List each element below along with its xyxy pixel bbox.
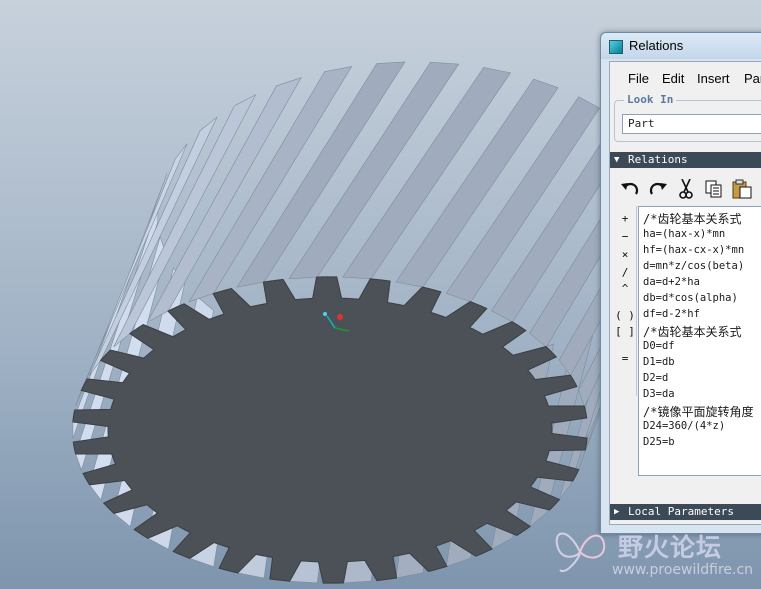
watermark-url: www.proewildfire.cn (612, 562, 754, 578)
local-parameters-label: Local Parameters (628, 505, 734, 518)
operator-multiply-button[interactable]: × (614, 248, 636, 261)
relations-dialog: Relations File Edit Insert Par Look In P… (600, 32, 761, 534)
copy-icon[interactable] (702, 177, 726, 201)
dialog-titlebar[interactable]: Relations (601, 33, 761, 59)
look-in-label: Look In (624, 93, 677, 106)
relation-line: ha=(hax-x)*mn (643, 228, 726, 240)
operator-parentheses-button[interactable]: ( ) (614, 309, 636, 322)
relation-line: D1=db (643, 356, 675, 368)
local-parameters-section-header[interactable]: ▶ Local Parameters (610, 504, 761, 520)
operator-plus-button[interactable]: + (614, 212, 636, 225)
relation-line: d=mn*z/cos(beta) (643, 260, 745, 272)
menu-edit[interactable]: Edit (662, 71, 684, 86)
relation-line: hf=(hax-cx-x)*mn (643, 244, 745, 256)
look-in-select[interactable]: Part (622, 114, 761, 134)
relation-line: D25=b (643, 436, 675, 448)
operator-divide-button[interactable]: / (614, 266, 636, 279)
relations-editor[interactable]: /*齿轮基本关系式 ha=(hax-x)*mn hf=(hax-cx-x)*mn… (638, 206, 761, 476)
undo-icon[interactable] (618, 177, 642, 201)
relation-line: db=d*cos(alpha) (643, 292, 738, 304)
paste-icon[interactable] (730, 177, 754, 201)
relation-line: D0=df (643, 340, 675, 352)
relation-line: D3=da (643, 388, 675, 400)
menu-bar: File Edit Insert Par (610, 68, 761, 90)
relation-line: /*齿轮基本关系式 (643, 325, 742, 339)
menu-insert[interactable]: Insert (697, 71, 730, 86)
collapse-triangle-icon: ▼ (614, 155, 620, 165)
relation-line: /*镜像平面旋转角度 (643, 405, 754, 419)
operator-column: + − × / ^ ( ) [ ] = (614, 206, 637, 396)
operator-equals-button[interactable]: = (614, 352, 636, 365)
operator-power-button[interactable]: ^ (614, 282, 636, 295)
relations-toolbar (610, 174, 761, 204)
expand-triangle-icon: ▶ (614, 507, 620, 517)
forum-watermark: 野火论坛 www.proewildfire.cn (548, 520, 761, 582)
relation-line: df=d-2*hf (643, 308, 700, 320)
redo-icon[interactable] (646, 177, 670, 201)
app-icon (609, 40, 623, 54)
relation-line: D24=360/(4*z) (643, 420, 726, 432)
relations-section-label: Relations (628, 153, 688, 166)
relation-line: /*齿轮基本关系式 (643, 212, 742, 226)
menu-file[interactable]: File (628, 71, 649, 86)
relation-line: D2=d (643, 372, 669, 384)
relations-section-header[interactable]: ▼ Relations (610, 152, 761, 168)
operator-minus-button[interactable]: − (614, 230, 636, 243)
watermark-brand: 野火论坛 (618, 533, 723, 562)
dialog-client: File Edit Insert Par Look In Part ▼ Rela… (609, 61, 761, 525)
cut-icon[interactable] (674, 177, 698, 201)
operator-brackets-button[interactable]: [ ] (614, 325, 636, 338)
menu-parameters[interactable]: Par (744, 71, 761, 86)
relation-line: da=d+2*ha (643, 276, 700, 288)
dialog-title: Relations (629, 38, 684, 53)
butterfly-logo-icon (555, 532, 606, 572)
look-in-value: Part (628, 117, 655, 130)
